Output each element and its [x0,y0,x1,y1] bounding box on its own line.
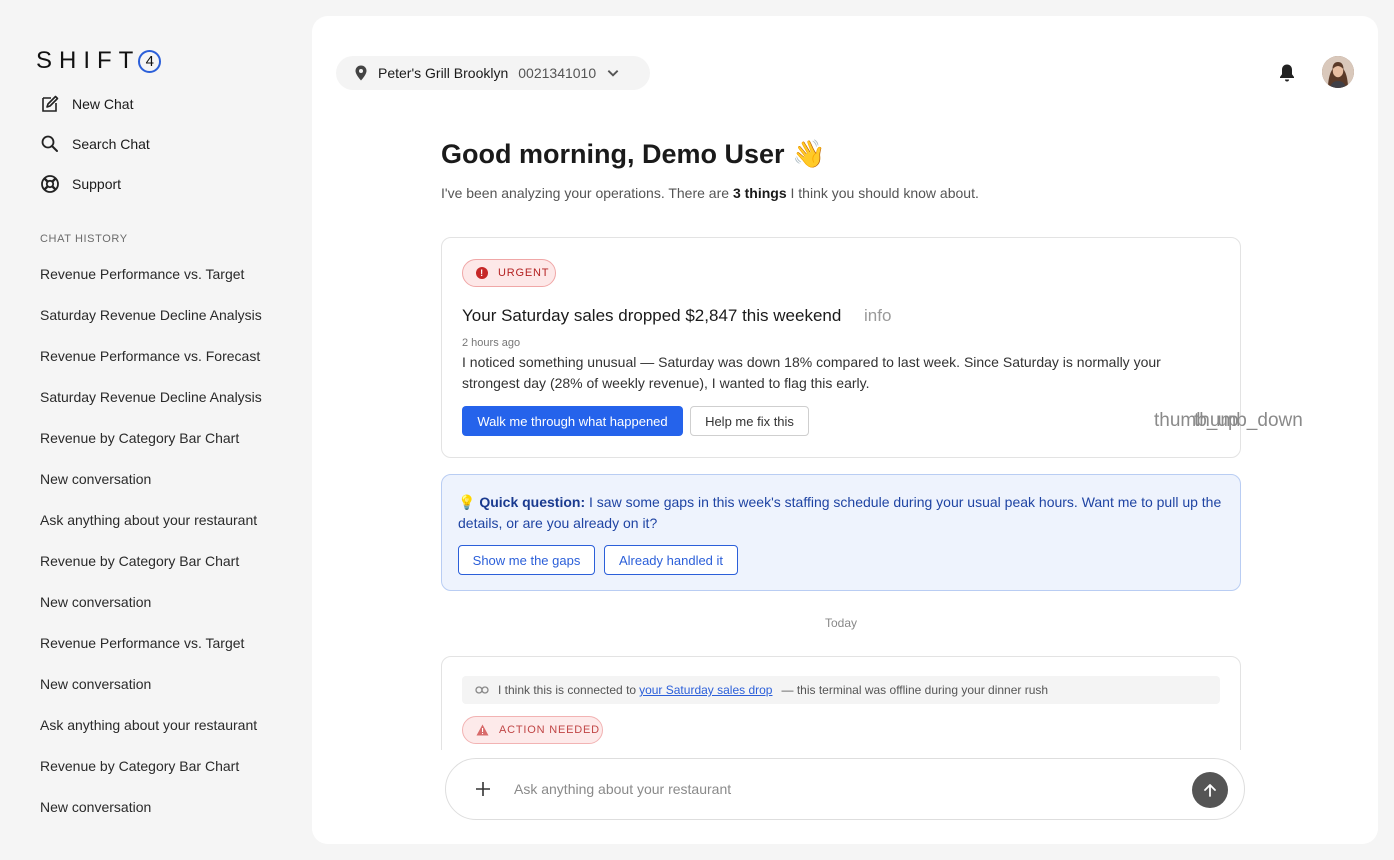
lightbulb-icon: 💡 [458,494,476,510]
logo-circle: 4 [138,49,162,73]
quick-question-label: Quick question: [479,494,586,510]
greeting-title: Good morning, Demo User 👋 [441,139,826,169]
quick-question-text: 💡 Quick question: I saw some gaps in thi… [458,492,1228,534]
main-panel: Peter's Grill Brooklyn 0021341010 Good m… [312,16,1378,844]
action-needed-badge: ACTION NEEDED [462,716,603,744]
connection-note-pre: I think this is connected to [498,683,637,697]
history-item[interactable]: Saturday Revenue Decline Analysis [40,307,280,348]
urgent-badge: ! URGENT [462,259,556,287]
sidebar-nav: New Chat Search Chat Support [40,94,150,214]
subtitle-post: I think you should know about. [786,185,979,201]
info-icon[interactable]: info [864,306,891,326]
shift4-logo[interactable]: SHIFT 4 [36,47,162,75]
greeting-subtitle: I've been analyzing your operations. The… [441,185,979,201]
chat-input-bar [445,758,1245,820]
search-chat-button[interactable]: Search Chat [40,134,150,154]
history-item[interactable]: Revenue Performance vs. Target [40,266,280,307]
connection-note-post: — this terminal was offline during your … [781,683,1049,697]
avatar-portrait-icon [1322,56,1354,88]
location-pin-icon [355,65,367,81]
edit-icon [42,95,59,112]
history-item[interactable]: New conversation [40,471,280,512]
arrow-up-icon [1204,784,1216,797]
subtitle-pre: I've been analyzing your operations. The… [441,185,733,201]
location-code: 0021341010 [518,65,597,81]
connection-note: I think this is connected to your Saturd… [462,676,1220,704]
lifebuoy-icon [41,175,59,193]
warning-icon [476,724,489,736]
history-item[interactable]: New conversation [40,594,280,635]
urgent-insight-card: ! URGENT Your Saturday sales dropped $2,… [441,237,1241,458]
action-needed-label: ACTION NEEDED [499,724,600,736]
new-chat-button[interactable]: New Chat [40,94,150,114]
chat-history-list: Revenue Performance vs. Target Saturday … [40,266,280,840]
location-selector[interactable]: Peter's Grill Brooklyn 0021341010 [336,56,650,90]
walk-me-through-button[interactable]: Walk me through what happened [462,406,683,436]
support-label: Support [72,176,122,192]
alert-icon: ! [476,267,488,279]
search-chat-label: Search Chat [72,136,150,152]
history-item[interactable]: Saturday Revenue Decline Analysis [40,389,280,430]
insight-timestamp: 2 hours ago [462,337,521,349]
link-icon [475,686,489,694]
notification-bell-icon[interactable] [1278,63,1296,83]
support-button[interactable]: Support [40,174,150,194]
date-divider: Today [824,616,858,630]
thumb-down-icon[interactable]: thumb_down [1194,410,1303,432]
history-item[interactable]: Revenue Performance vs. Forecast [40,348,280,389]
history-item[interactable]: Revenue by Category Bar Chart [40,430,280,471]
show-gaps-button[interactable]: Show me the gaps [458,545,595,575]
history-item[interactable]: Revenue Performance vs. Target [40,635,280,676]
chevron-down-icon [607,70,619,77]
insight-title: Your Saturday sales dropped $2,847 this … [462,306,842,325]
sidebar: SHIFT 4 New Chat Search Chat Support CHA… [0,0,312,860]
history-item[interactable]: Ask anything about your restaurant [40,512,280,553]
send-button[interactable] [1192,772,1228,808]
history-item[interactable]: Revenue by Category Bar Chart [40,553,280,594]
already-handled-button[interactable]: Already handled it [604,545,738,575]
new-chat-label: New Chat [72,96,134,112]
history-item[interactable]: Revenue by Category Bar Chart [40,758,280,799]
history-item[interactable]: Ask anything about your restaurant [40,717,280,758]
search-icon [41,135,58,152]
history-item[interactable]: New conversation [40,676,280,717]
user-avatar[interactable] [1322,56,1354,88]
subtitle-bold: 3 things [732,185,787,201]
quick-question-card: 💡 Quick question: I saw some gaps in thi… [441,474,1241,591]
help-me-fix-button[interactable]: Help me fix this [690,406,809,436]
saturday-sales-drop-link[interactable]: your Saturday sales drop [639,683,772,697]
insight-body: I noticed something unusual — Saturday w… [462,354,1161,391]
chat-history-title: CHAT HISTORY [40,233,128,245]
chat-input[interactable] [514,777,1174,801]
history-item[interactable]: New conversation [40,799,280,840]
plus-icon[interactable] [474,780,492,798]
location-name: Peter's Grill Brooklyn [378,65,509,81]
urgent-badge-label: URGENT [498,267,550,279]
logo-text: SHIFT [36,47,141,74]
